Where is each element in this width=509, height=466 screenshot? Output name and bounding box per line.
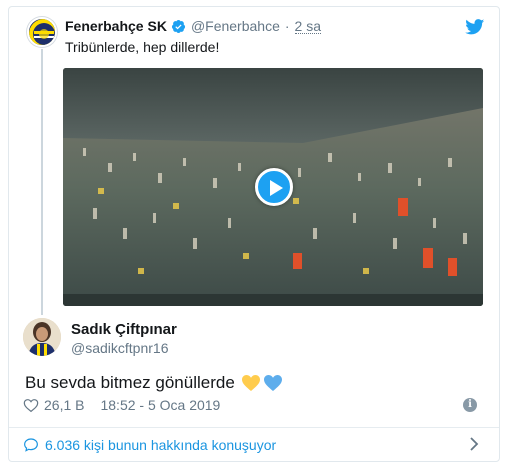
conversation-label[interactable]: 6.036 kişi bunun hakkında konuşuyor — [45, 437, 276, 453]
blue-heart-icon — [263, 375, 282, 391]
parent-tweet-text: Tribünlerde, hep dillerde! — [65, 39, 220, 55]
thread-connector-line — [41, 49, 43, 315]
play-icon — [270, 180, 283, 196]
info-icon[interactable]: i — [463, 398, 477, 412]
comment-bubble-icon — [24, 438, 38, 452]
tweet-body: Bu sevda bitmez gönüllerde — [25, 373, 283, 393]
twitter-bird-icon[interactable] — [465, 19, 485, 35]
tweet-text: Bu sevda bitmez gönüllerde — [25, 373, 235, 392]
conversation-link[interactable]: 6.036 kişi bunun hakkında konuşuyor — [23, 435, 276, 455]
video-thumbnail[interactable] — [63, 68, 483, 306]
heart-outline-icon[interactable] — [23, 397, 39, 413]
parent-tweet-time[interactable]: 2 sa — [294, 19, 322, 34]
author-avatar[interactable] — [23, 318, 61, 356]
author-name[interactable]: Sadık Çiftpınar — [71, 321, 177, 338]
header-separator: · — [284, 18, 290, 34]
verified-badge-icon — [171, 19, 185, 33]
divider — [9, 427, 499, 428]
chevron-right-icon[interactable] — [469, 437, 479, 451]
fenerbahce-logo-avatar[interactable] — [27, 17, 57, 47]
like-count[interactable]: 26,1 B — [44, 397, 84, 413]
parent-tweet-header: Fenerbahçe SK @Fenerbahce · 2 sa — [65, 17, 322, 35]
tweet-meta: 26,1 B 18:52 - 5 Oca 2019 — [23, 396, 220, 414]
author-handle[interactable]: @sadikcftpnr16 — [71, 340, 168, 356]
parent-author-handle[interactable]: @Fenerbahce — [191, 18, 280, 34]
yellow-heart-icon — [241, 375, 260, 391]
embedded-tweet-card[interactable]: Fenerbahçe SK @Fenerbahce · 2 sa Tribünl… — [8, 6, 500, 462]
play-video-button[interactable] — [255, 168, 293, 206]
tweet-timestamp[interactable]: 18:52 - 5 Oca 2019 — [100, 397, 220, 413]
parent-author-name[interactable]: Fenerbahçe SK — [65, 18, 167, 34]
